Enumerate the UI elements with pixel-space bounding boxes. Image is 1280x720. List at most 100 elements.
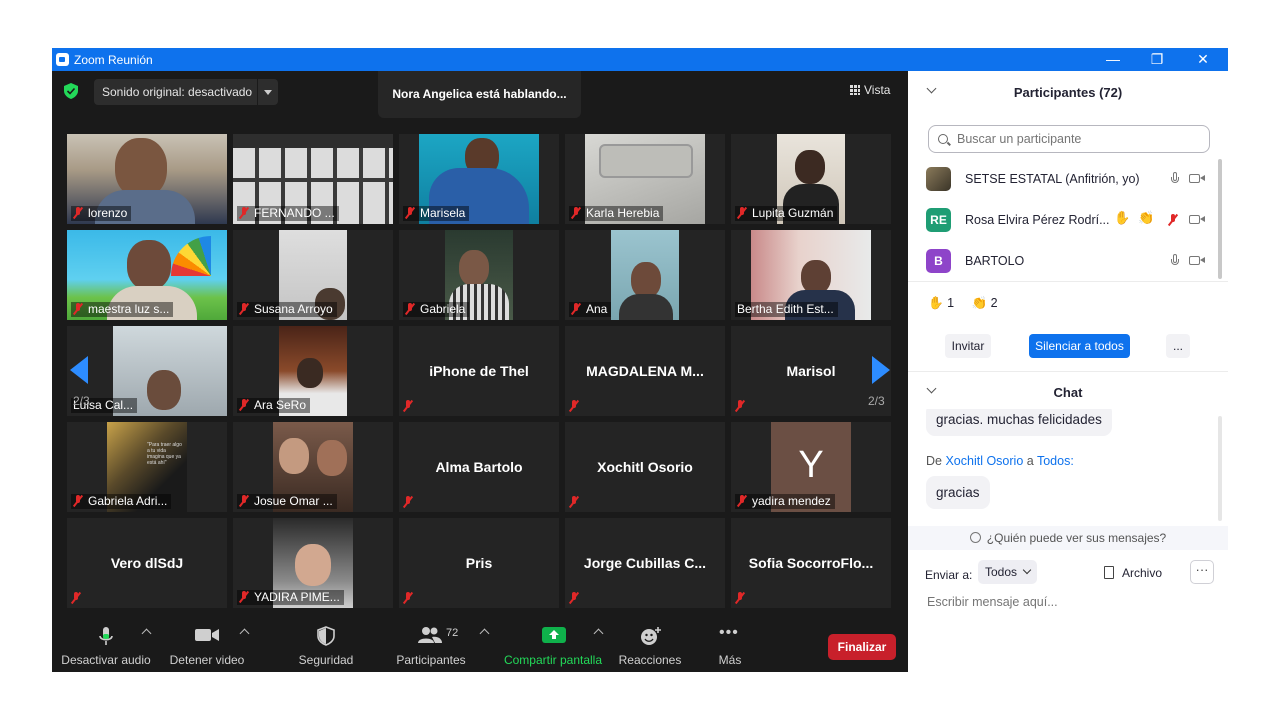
participants-button[interactable]: 72 Participantes xyxy=(388,618,474,672)
video-tile[interactable]: Marisela xyxy=(399,134,559,224)
participants-label: Participantes xyxy=(396,653,466,667)
video-tile[interactable]: "Para traer algo a tu vida imagina que y… xyxy=(67,422,227,512)
chevron-down-icon xyxy=(1022,565,1032,575)
tile-name-label: iPhone de Thel xyxy=(429,363,529,379)
sender-link[interactable]: Xochitl Osorio xyxy=(945,454,1023,468)
participant-name: BARTOLO xyxy=(965,254,1025,268)
video-tile[interactable]: Ara SeRo xyxy=(233,326,393,416)
video-tile[interactable]: Lupita Guzmán xyxy=(731,134,891,224)
mic-muted-icon xyxy=(569,400,579,412)
video-tile[interactable]: YADIRA PIME... xyxy=(233,518,393,608)
video-tile[interactable]: maestra luz s... xyxy=(67,230,227,320)
video-camera-icon[interactable] xyxy=(1189,255,1205,266)
video-tile[interactable]: Vero dlSdJ xyxy=(67,518,227,608)
chat-message-input[interactable] xyxy=(925,594,1209,610)
restore-button[interactable]: ❐ xyxy=(1134,48,1180,71)
reactions-icon xyxy=(641,627,661,645)
mic-muted-icon xyxy=(239,399,249,411)
video-camera-icon[interactable] xyxy=(1189,214,1205,225)
video-tile[interactable]: iPhone de Thel xyxy=(399,326,559,416)
participant-row[interactable]: RE Rosa Elvira Pérez Rodrí... ✋ 👏 xyxy=(926,206,1216,234)
video-tile[interactable]: Gabriela xyxy=(399,230,559,320)
original-sound-dropdown[interactable] xyxy=(257,79,278,105)
tile-name-label: Gabriela Adri... xyxy=(71,494,172,509)
side-panel: Participantes (72) SETSE ESTATAL (Anfitr… xyxy=(908,71,1228,672)
chat-scrollbar[interactable] xyxy=(1218,416,1222,521)
participants-scrollbar[interactable] xyxy=(1218,159,1222,279)
video-tile[interactable]: Xochitl Osorio xyxy=(565,422,725,512)
participant-row[interactable]: SETSE ESTATAL (Anfitrión, yo) xyxy=(926,165,1216,193)
tile-name-label: Pris xyxy=(465,555,493,571)
encryption-shield-icon[interactable] xyxy=(64,83,78,99)
title-bar: Zoom Reunión — ❐ ✕ xyxy=(52,48,1228,71)
video-tile[interactable]: Bertha Edith Est... xyxy=(731,230,891,320)
avatar: RE xyxy=(926,208,951,232)
next-page-arrow-icon[interactable] xyxy=(872,356,890,384)
mic-muted-icon xyxy=(403,592,413,604)
share-screen-button[interactable]: Compartir pantalla xyxy=(502,618,604,672)
participant-search[interactable] xyxy=(928,125,1210,153)
file-button[interactable]: Archivo xyxy=(1104,566,1162,580)
tile-name-label: Ana xyxy=(569,302,612,317)
chat-title: Chat xyxy=(1053,385,1083,400)
previous-page-arrow-icon[interactable] xyxy=(70,356,88,384)
tile-name-label: Karla Herebia xyxy=(569,206,664,221)
security-button[interactable]: Seguridad xyxy=(284,618,368,672)
video-tile[interactable]: Susana Arroyo xyxy=(233,230,393,320)
participant-search-input[interactable] xyxy=(955,131,1199,147)
video-tile[interactable]: Sofia SocorroFlo... xyxy=(731,518,891,608)
minimize-button[interactable]: — xyxy=(1090,48,1136,71)
video-tile[interactable]: FERNANDO ... xyxy=(233,134,393,224)
share-screen-icon xyxy=(542,627,566,643)
mute-audio-button[interactable]: Desactivar audio xyxy=(60,618,152,672)
tile-name-label: lorenzo xyxy=(71,206,132,221)
video-tile[interactable]: Jorge Cubillas C... xyxy=(565,518,725,608)
mute-all-button[interactable]: Silenciar a todos xyxy=(1029,334,1130,358)
video-tile[interactable]: Y yadira mendez xyxy=(731,422,891,512)
participant-row[interactable]: B BARTOLO xyxy=(926,247,1216,275)
grid-icon xyxy=(850,85,860,95)
avatar: B xyxy=(926,249,951,273)
microphone-icon[interactable] xyxy=(1170,172,1180,186)
video-tile[interactable]: Alma Bartolo xyxy=(399,422,559,512)
more-dots-icon: ••• xyxy=(719,624,739,641)
mic-muted-icon xyxy=(405,207,415,219)
chat-more-button[interactable]: ··· xyxy=(1190,560,1214,584)
end-meeting-button[interactable]: Finalizar xyxy=(828,634,896,660)
participant-video xyxy=(611,230,679,320)
more-button[interactable]: ••• Más xyxy=(704,618,756,672)
who-can-see-messages[interactable]: ¿Quién puede ver sus mensajes? xyxy=(908,526,1228,550)
video-camera-icon[interactable] xyxy=(1189,173,1205,184)
tile-name-label: yadira mendez xyxy=(735,494,835,509)
video-tile[interactable]: Karla Herebia xyxy=(565,134,725,224)
reactions-button[interactable]: Reacciones xyxy=(614,618,686,672)
video-tile[interactable]: Pris xyxy=(399,518,559,608)
mic-muted-icon xyxy=(403,400,413,412)
stop-video-button[interactable]: Detener video xyxy=(164,618,250,672)
chat-messages[interactable]: gracias. muchas felicidades De Xochitl O… xyxy=(908,409,1228,524)
invite-button[interactable]: Invitar xyxy=(945,334,991,358)
more-label: Más xyxy=(718,653,742,667)
video-tile[interactable]: MAGDALENA M... xyxy=(565,326,725,416)
microphone-icon[interactable] xyxy=(1170,254,1180,268)
video-tile[interactable]: Luisa Cal... xyxy=(67,326,227,416)
mute-audio-label: Desactivar audio xyxy=(61,653,151,667)
mic-muted-icon[interactable] xyxy=(1168,214,1178,226)
participants-options-caret-icon[interactable] xyxy=(479,628,490,639)
recipient-select[interactable]: Todos xyxy=(978,560,1038,584)
reactions-label: Reacciones xyxy=(618,653,682,667)
video-tile[interactable]: lorenzo xyxy=(67,134,227,224)
mic-muted-icon xyxy=(73,303,83,315)
participants-count: 72 xyxy=(446,627,459,639)
tile-name-label: maestra luz s... xyxy=(71,302,174,317)
close-button[interactable]: ✕ xyxy=(1180,48,1226,71)
original-sound-toggle[interactable]: Sonido original: desactivado xyxy=(94,79,278,105)
avatar-initial: Y xyxy=(798,444,824,486)
video-tile[interactable]: Josue Omar ... xyxy=(233,422,393,512)
tile-name-label: Gabriela xyxy=(403,302,470,317)
recipient-link[interactable]: Todos: xyxy=(1037,454,1074,468)
participants-more-button[interactable]: ... xyxy=(1166,334,1190,358)
view-button[interactable]: Vista xyxy=(850,83,890,97)
video-tile[interactable]: Marisol xyxy=(731,326,891,416)
video-tile[interactable]: Ana xyxy=(565,230,725,320)
